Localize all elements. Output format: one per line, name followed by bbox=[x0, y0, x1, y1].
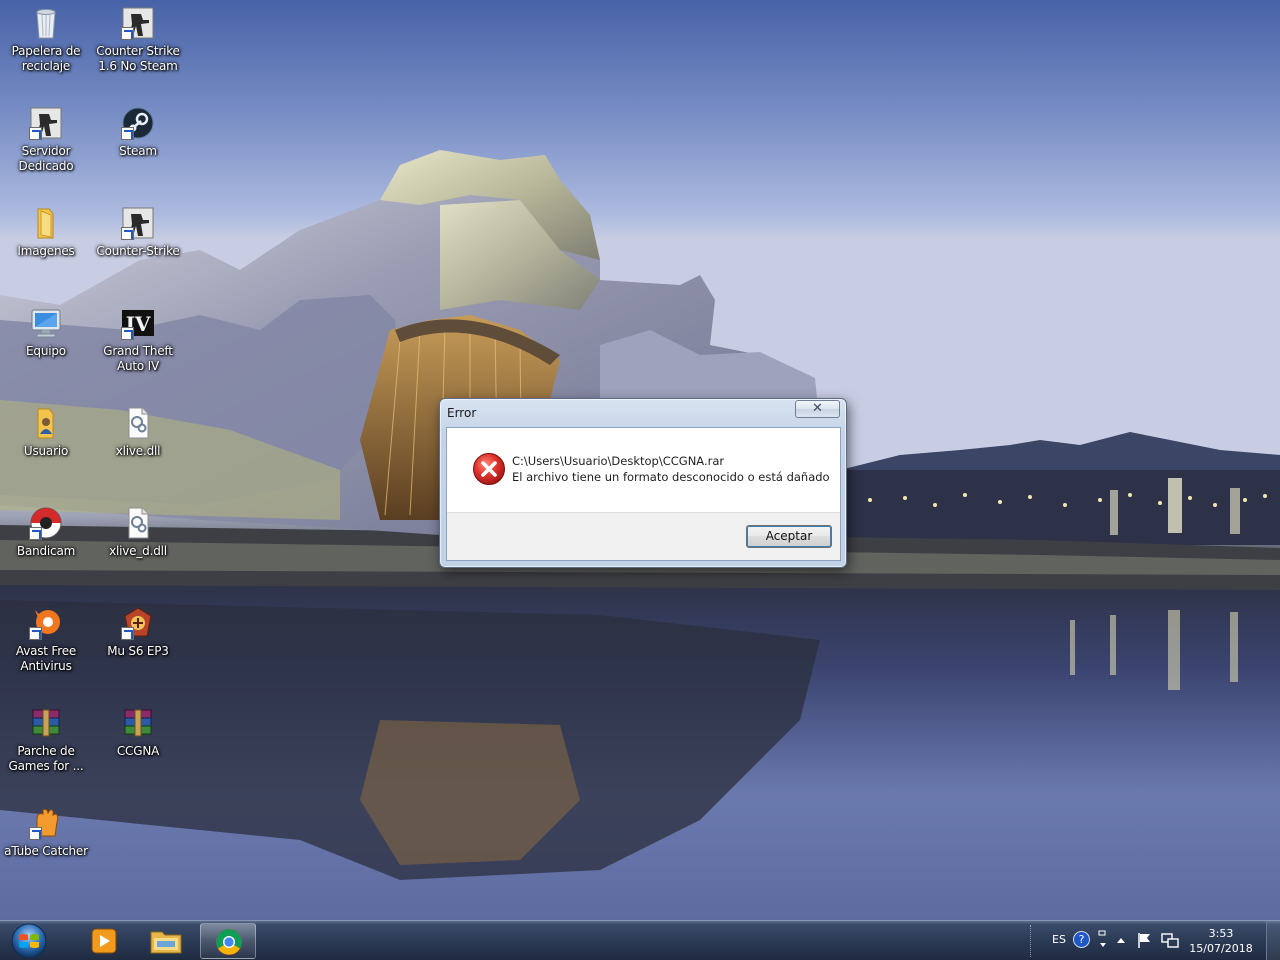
desktop-icon-label: Steam bbox=[119, 144, 157, 158]
taskbar-clock[interactable]: 3:53 15/07/2018 bbox=[1186, 926, 1256, 956]
dialog-title: Error bbox=[447, 406, 477, 420]
desktop-icon-label: xlive_d.dll bbox=[109, 544, 167, 558]
desktop-icon-recycle-bin[interactable]: Papelera de reciclaje bbox=[0, 6, 92, 74]
shortcut-arrow-icon bbox=[29, 127, 42, 140]
shortcut-arrow-icon bbox=[121, 127, 134, 140]
taskbar-media-player[interactable] bbox=[76, 923, 132, 959]
desktop-icon-label: Counter-Strike bbox=[96, 244, 180, 258]
file-explorer-icon bbox=[150, 931, 182, 954]
shortcut-arrow-icon bbox=[121, 227, 134, 240]
desktop-icon-counter-strike[interactable]: Counter-Strike bbox=[92, 206, 184, 259]
desktop-icon-label: Bandicam bbox=[16, 544, 76, 558]
desktop-icon-xlive-dll[interactable]: xlive.dll bbox=[92, 406, 184, 459]
dialog-footer: Aceptar bbox=[447, 512, 840, 560]
winrar-icon bbox=[121, 706, 155, 740]
dll-file-icon bbox=[121, 506, 155, 540]
computer-icon bbox=[29, 306, 63, 340]
recycle-bin-icon bbox=[29, 6, 63, 40]
language-indicator[interactable]: ES bbox=[1052, 933, 1066, 946]
shortcut-arrow-icon bbox=[29, 627, 42, 640]
accept-button[interactable]: Aceptar bbox=[746, 525, 832, 548]
desktop-icon-steam[interactable]: Steam bbox=[92, 106, 184, 159]
help-icon[interactable]: ? bbox=[1073, 931, 1090, 948]
clock-time: 3:53 bbox=[1208, 927, 1234, 940]
atube-catcher-icon bbox=[29, 806, 63, 840]
counter-strike-icon bbox=[121, 6, 155, 40]
media-player-icon bbox=[91, 928, 117, 954]
shortcut-arrow-icon bbox=[121, 27, 134, 40]
desktop-icon-servidor-dedicado[interactable]: Servidor Dedicado bbox=[0, 106, 92, 174]
counter-strike-icon bbox=[29, 106, 63, 140]
dll-file-icon bbox=[121, 406, 155, 440]
desktop-icon-imagenes[interactable]: Imagenes bbox=[0, 206, 92, 259]
show-desktop-button[interactable] bbox=[1266, 921, 1280, 960]
taskbar-chrome[interactable] bbox=[200, 923, 256, 959]
bandicam-icon bbox=[29, 506, 63, 540]
network-icon[interactable] bbox=[1161, 931, 1179, 949]
language-options-icon[interactable] bbox=[1098, 929, 1108, 951]
steam-icon bbox=[121, 106, 155, 140]
desktop-icon-atube-catcher[interactable]: aTube Catcher bbox=[0, 806, 92, 859]
desktop-icon-label: Parche de Games for ... bbox=[8, 744, 84, 773]
dialog-content: C:\Users\Usuario\Desktop\CCGNA.rar El ar… bbox=[447, 428, 840, 512]
taskbar-file-explorer[interactable] bbox=[138, 923, 194, 959]
shortcut-arrow-icon bbox=[29, 527, 42, 540]
clock-date: 15/07/2018 bbox=[1189, 942, 1253, 955]
user-folder-icon bbox=[29, 406, 63, 440]
shortcut-arrow-icon bbox=[121, 627, 134, 640]
shortcut-arrow-icon bbox=[29, 827, 42, 840]
desktop-icon-label: Grand Theft Auto IV bbox=[103, 344, 173, 373]
desktop-icon-label: Counter Strike 1.6 No Steam bbox=[96, 44, 180, 73]
desktop-icon-gta-iv[interactable]: IV Grand Theft Auto IV bbox=[92, 306, 184, 374]
desktop-icon-label: Imagenes bbox=[17, 244, 75, 258]
desktop-icon-label: Mu S6 EP3 bbox=[107, 644, 169, 658]
desktop-icon-label: Equipo bbox=[26, 344, 66, 358]
chrome-icon bbox=[216, 929, 242, 955]
desktop-icon-mu-s6-ep3[interactable]: Mu S6 EP3 bbox=[92, 606, 184, 659]
desktop-icon-label: xlive.dll bbox=[115, 444, 161, 458]
windows-orb-icon bbox=[11, 923, 47, 959]
shortcut-arrow-icon bbox=[121, 327, 134, 340]
desktop-icon-xlive-d-dll[interactable]: xlive_d.dll bbox=[92, 506, 184, 559]
folder-icon bbox=[29, 206, 63, 240]
gta-icon: IV bbox=[121, 306, 155, 340]
counter-strike-icon bbox=[121, 206, 155, 240]
action-center-flag-icon[interactable] bbox=[1137, 931, 1153, 949]
error-icon bbox=[472, 452, 506, 486]
desktop-icon-label: Servidor Dedicado bbox=[18, 144, 74, 173]
winrar-icon bbox=[29, 706, 63, 740]
desktop-icon-usuario[interactable]: Usuario bbox=[0, 406, 92, 459]
start-button[interactable] bbox=[4, 922, 54, 960]
desktop-icon-ccgna[interactable]: CCGNA bbox=[92, 706, 184, 759]
desktop-icon-label: Usuario bbox=[23, 444, 69, 458]
taskbar: ES ? 3:53 15/07/2018 bbox=[0, 920, 1280, 960]
error-path: C:\Users\Usuario\Desktop\CCGNA.rar bbox=[512, 454, 725, 468]
avast-icon bbox=[29, 606, 63, 640]
close-button[interactable]: ✕ bbox=[795, 400, 840, 418]
mu-online-icon bbox=[121, 606, 155, 640]
desktop-icon-label: CCGNA bbox=[116, 744, 160, 758]
desktop-icon-label: aTube Catcher bbox=[4, 844, 88, 858]
show-hidden-icons-icon[interactable] bbox=[1115, 934, 1127, 946]
desktop-icon-counter-strike-no-steam[interactable]: Counter Strike 1.6 No Steam bbox=[92, 6, 184, 74]
error-message: El archivo tiene un formato desconocido … bbox=[512, 470, 830, 484]
desktop-icon-avast[interactable]: Avast Free Antivirus bbox=[0, 606, 92, 674]
desktop-icon-label: Papelera de reciclaje bbox=[11, 44, 81, 73]
dialog-body: C:\Users\Usuario\Desktop\CCGNA.rar El ar… bbox=[446, 427, 841, 561]
desktop-icon-equipo[interactable]: Equipo bbox=[0, 306, 92, 359]
close-icon: ✕ bbox=[812, 401, 823, 416]
tray-separator bbox=[1030, 925, 1036, 957]
error-dialog[interactable]: Error ✕ C:\Users\Usuario\Desktop\CCGNA.r… bbox=[439, 398, 847, 568]
desktop-icon-label: Avast Free Antivirus bbox=[15, 644, 77, 673]
desktop-icon-bandicam[interactable]: Bandicam bbox=[0, 506, 92, 559]
desktop-icon-parche-games[interactable]: Parche de Games for ... bbox=[0, 706, 92, 774]
